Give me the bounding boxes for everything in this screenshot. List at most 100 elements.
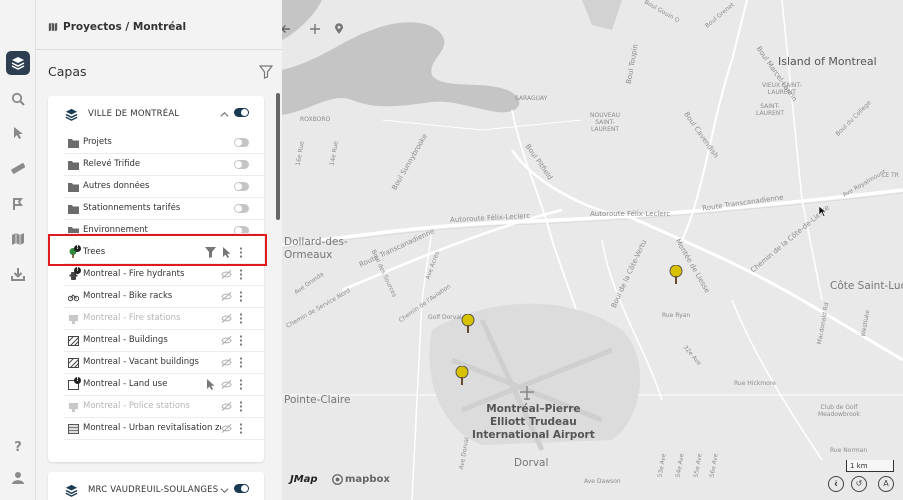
layer-toggle[interactable] (234, 204, 249, 213)
breadcrumb[interactable]: Proyectos / Montréal (48, 21, 186, 33)
more-options-icon[interactable] (239, 423, 243, 434)
layer-toggle[interactable] (234, 138, 249, 147)
fire-station-icon (69, 315, 78, 324)
layer-label: Montreal - Vacant buildings (83, 357, 199, 367)
eye-hidden-icon[interactable] (221, 357, 232, 368)
more-options-icon[interactable] (239, 357, 243, 368)
map-label: NOUVEAU SAINT- LAURENT (590, 112, 620, 133)
tree-marker-icon[interactable] (461, 314, 475, 334)
map-label: Ave Dawson (584, 478, 621, 485)
icon-rail: ? (0, 0, 36, 500)
layer-row[interactable]: Montreal - Urban revitalisation zo... (64, 418, 264, 440)
location-button[interactable] (328, 18, 350, 40)
map-label: Dollard-des- Ormeaux (284, 236, 348, 261)
layer-toggle[interactable] (234, 226, 249, 233)
eye-hidden-icon[interactable] (221, 379, 232, 390)
map-label: Dorval (514, 457, 549, 469)
chevron-up-icon[interactable] (220, 110, 229, 119)
hatched-polygon-icon (68, 336, 79, 346)
panel-title: Capas (48, 64, 87, 79)
layer-toggle[interactable] (234, 160, 249, 169)
layer-group-header[interactable]: VILLE DE MONTRÉAL (48, 96, 264, 132)
more-options-icon[interactable] (239, 335, 243, 346)
flag-icon[interactable] (6, 192, 30, 216)
layer-label: Montreal - Land use (83, 379, 168, 389)
layer-row[interactable]: ! Montreal - Fire hydrants (64, 264, 264, 286)
map-label: Montréal–Pierre Elliott Trudeau Internat… (472, 403, 595, 441)
more-options-icon[interactable] (239, 313, 243, 324)
layer-folder-row[interactable]: Projets (64, 132, 264, 154)
more-options-icon[interactable] (239, 269, 243, 280)
map-label: Club de Golf Meadowbrook (818, 404, 860, 418)
eye-hidden-icon[interactable] (221, 291, 232, 302)
scrollbar[interactable] (276, 93, 280, 220)
layer-label: Montreal - Buildings (83, 335, 168, 345)
map-label: Pointe-Claire (284, 394, 351, 406)
layer-folder-row[interactable]: Environnement (64, 220, 264, 234)
eye-hidden-icon[interactable] (221, 401, 232, 412)
mapbox-logo: mapbox (332, 474, 390, 485)
map-book-icon (48, 22, 58, 32)
divider (36, 49, 282, 50)
layer-group-card: MRC VAUDREUIL-SOULANGES (48, 472, 264, 500)
layer-folder-row[interactable]: Relevé Trifide (64, 154, 264, 176)
layer-label: Autres données (83, 181, 150, 191)
arrow-left-icon (282, 25, 290, 33)
chevron-down-icon[interactable] (220, 486, 229, 495)
layers-icon[interactable] (6, 51, 30, 75)
filter-icon[interactable] (259, 65, 273, 79)
map-canvas[interactable]: Island of Montreal VIEUX SAINT- LAURENT … (282, 0, 903, 500)
layer-folder-row[interactable]: Stationnements tarifés (64, 198, 264, 220)
selection-highlight (48, 234, 267, 266)
layer-row[interactable]: Montreal - Fire stations (64, 308, 264, 330)
hatched-polygon-icon (68, 358, 79, 368)
map-label: Côte Saint-Luc (830, 280, 903, 292)
layer-row[interactable]: ! Montreal - Land use (64, 374, 264, 396)
layer-group-toggle[interactable] (234, 484, 249, 493)
cursor-icon[interactable] (6, 121, 30, 145)
map-label: Rue Ryan (662, 312, 691, 319)
help-icon[interactable]: ? (6, 435, 30, 459)
more-options-icon[interactable] (239, 379, 243, 390)
layer-row[interactable]: Montreal - Vacant buildings (64, 352, 264, 374)
layer-folder-row[interactable]: Autres données (64, 176, 264, 198)
folder-icon (68, 139, 79, 148)
cursor-icon[interactable] (205, 379, 216, 390)
layer-group-header[interactable]: MRC VAUDREUIL-SOULANGES (48, 472, 264, 500)
layers-icon (65, 108, 78, 121)
more-options-icon[interactable] (239, 401, 243, 412)
search-icon[interactable] (6, 87, 30, 111)
eye-hidden-icon[interactable] (221, 269, 232, 280)
map-label: Island of Montreal (778, 55, 877, 68)
user-icon[interactable] (6, 466, 30, 490)
ruler-icon[interactable] (6, 156, 30, 180)
info-button[interactable]: i (828, 476, 844, 492)
mapbox-text: mapbox (345, 474, 390, 485)
layer-toggle[interactable] (234, 182, 249, 191)
eye-hidden-icon[interactable] (221, 335, 232, 346)
north-arrow-button[interactable]: A (878, 476, 894, 492)
tree-marker-icon[interactable] (455, 366, 469, 386)
more-options-icon[interactable] (239, 291, 243, 302)
zoom-in-button[interactable] (304, 18, 326, 40)
history-button[interactable]: ↺ (851, 476, 867, 492)
map-icon[interactable] (6, 227, 30, 251)
layer-row[interactable]: Montreal - Police stations (64, 396, 264, 418)
layers-icon (65, 484, 78, 497)
map-label: Rue Hickmore (734, 380, 776, 387)
eye-hidden-icon[interactable] (221, 313, 232, 324)
layer-row[interactable]: Montreal - Bike racks (64, 286, 264, 308)
layer-label: Montreal - Fire stations (83, 313, 181, 323)
map-label: Autoroute Félix-Leclerc (590, 210, 671, 218)
layer-row[interactable]: Montreal - Buildings (64, 330, 264, 352)
jmap-logo: JMap (290, 474, 318, 485)
layer-label: Montreal - Police stations (83, 401, 190, 411)
tree-marker-icon[interactable] (669, 265, 683, 285)
collapse-panel-button[interactable] (282, 18, 304, 40)
map-pin-icon (335, 23, 343, 34)
download-icon[interactable] (6, 262, 30, 286)
layer-label: Montreal - Fire hydrants (83, 269, 185, 279)
eye-hidden-icon[interactable] (221, 423, 232, 434)
map-label: SAINT- LAURENT (756, 103, 785, 117)
layer-group-toggle[interactable] (234, 108, 249, 117)
